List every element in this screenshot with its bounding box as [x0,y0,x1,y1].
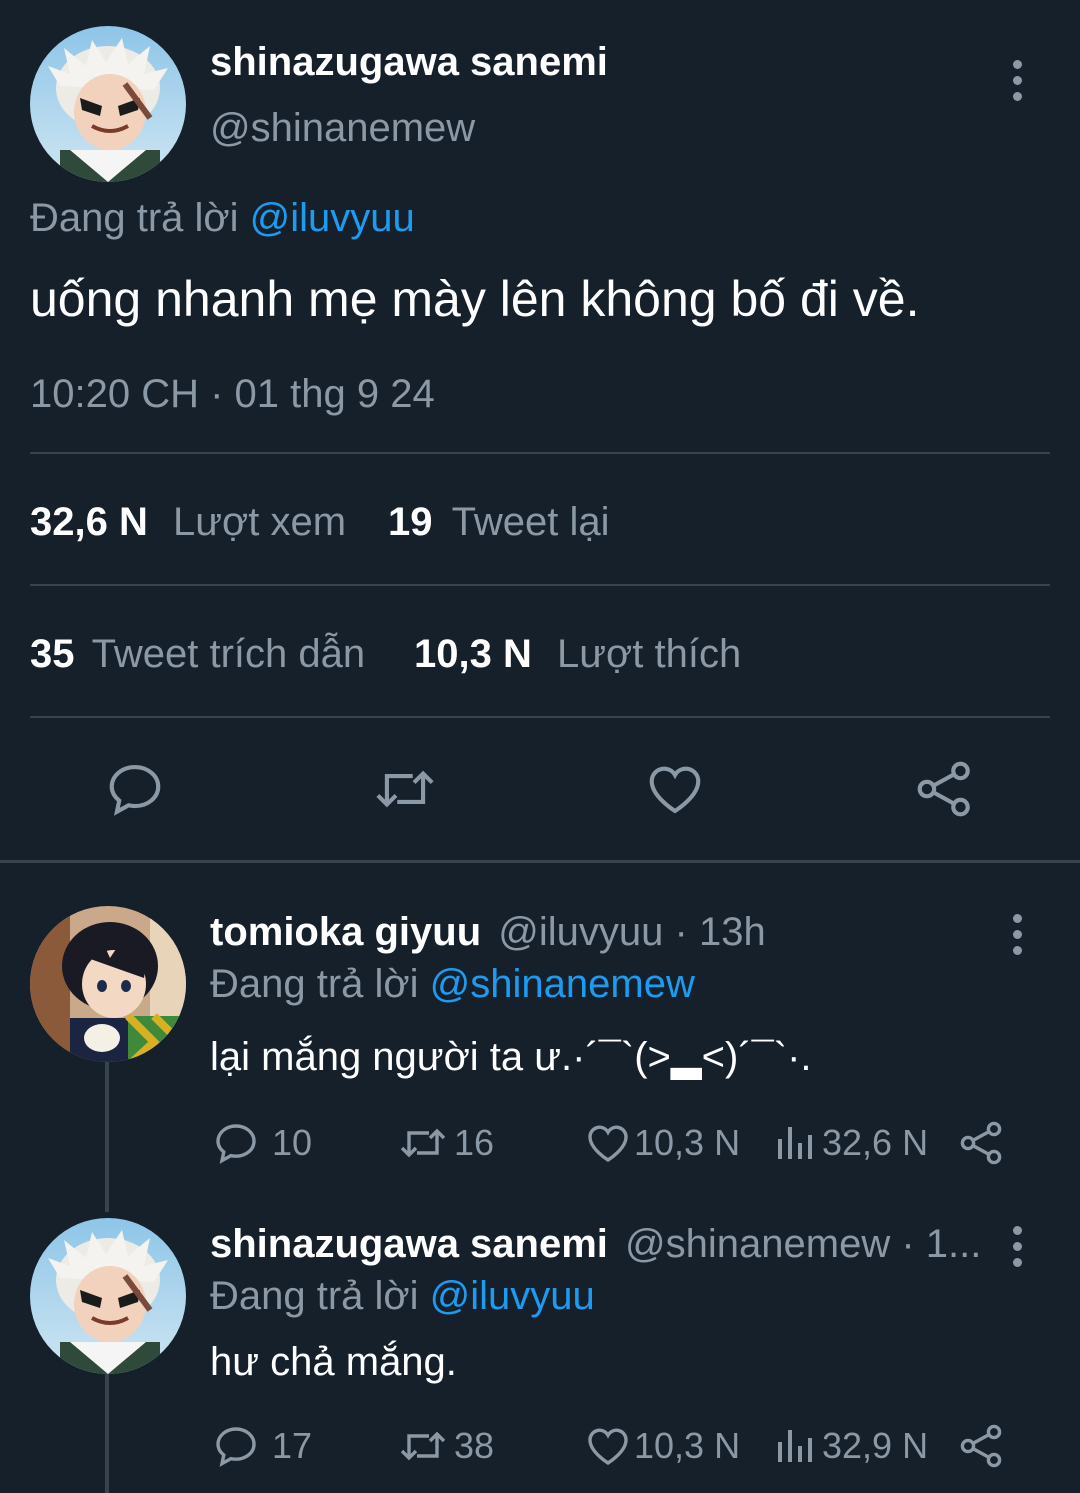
retweets-stat[interactable]: 19 Tweet lại [388,500,609,545]
retweet-icon [400,1431,446,1461]
replying-to-handle[interactable]: @iluvyuu [250,196,415,240]
views-count: 32,9 N [822,1425,929,1466]
more-options-icon[interactable] [1011,60,1023,101]
like-count: 10,3 N [634,1122,741,1163]
reply-count-button[interactable]: 17 [212,1422,312,1470]
retweet-count: 38 [454,1425,495,1466]
share-icon[interactable] [958,1119,1006,1167]
reply-text: lại mắng người ta ư.·´¯`(>▂<)´¯`·. [210,1035,812,1079]
retweet-icon [400,1128,446,1158]
avatar-sanemi[interactable] [30,26,186,182]
like-icon [588,1428,628,1465]
like-count-button[interactable]: 10,3 N [584,1119,740,1167]
reply-count: 17 [272,1425,313,1466]
section-divider [0,860,1080,863]
reply-header: tomioka giyuu @iluvyuu · 13h [210,910,766,955]
replying-prefix: Đang trả lời [210,1274,419,1318]
reply-icon [216,1124,256,1164]
reply-action-bar: 10 16 10,3 N 32,6 N [0,1118,1080,1168]
more-options-icon[interactable] [1011,914,1023,955]
retweet-count-button[interactable]: 16 [396,1119,494,1167]
divider [30,452,1050,454]
retweets-value: 19 [388,500,433,544]
author-handle[interactable]: @shinanemew [210,106,475,151]
views-count-button[interactable]: 32,9 N [774,1422,928,1470]
views-label: Lượt xem [172,500,347,544]
author-handle[interactable]: @shinanemew [625,1222,890,1266]
reply-header: shinazugawa sanemi @shinanemew · 1... [210,1222,981,1267]
quotes-label: Tweet trích dẫn [91,632,366,676]
reply-action-bar: 17 38 10,3 N 32,9 N [0,1421,1080,1471]
like-count-button[interactable]: 10,3 N [584,1422,740,1470]
avatar-giyuu[interactable] [30,906,186,1062]
divider [30,584,1050,586]
views-stat[interactable]: 32,6 N Lượt xem [30,500,346,545]
like-icon[interactable] [644,758,706,820]
like-count: 10,3 N [634,1425,741,1466]
more-options-icon[interactable] [1011,1226,1023,1267]
reply-icon [216,1427,256,1467]
tweet-text: uống nhanh mẹ mày lên không bố đi về. [30,271,920,327]
replying-to-handle[interactable]: @shinanemew [430,962,695,1006]
views-icon [778,1127,812,1159]
share-icon[interactable] [958,1422,1006,1470]
views-icon [778,1430,812,1462]
likes-label: Lượt thích [556,632,742,676]
author-display-name[interactable]: tomioka giyuu [210,910,481,954]
replying-prefix: Đang trả lời [210,962,419,1006]
reply-icon[interactable] [104,758,166,820]
reply-count: 10 [272,1122,313,1163]
tweet-timestamp[interactable]: 10:20 CH · 01 thg 9 24 [30,372,435,417]
views-count: 32,6 N [822,1122,929,1163]
like-icon [588,1125,628,1162]
reply-time[interactable]: · 1... [901,1222,981,1266]
reply-text: hư chả mắng. [210,1340,457,1384]
reply-time[interactable]: · 13h [675,910,766,954]
views-count-button[interactable]: 32,6 N [774,1119,928,1167]
replying-to-line: Đang trả lời @iluvyuu [30,196,415,241]
likes-value: 10,3 N [414,632,532,676]
replying-to-handle[interactable]: @iluvyuu [430,1274,595,1318]
replying-to-line: Đang trả lời @iluvyuu [210,1274,595,1319]
retweet-count-button[interactable]: 38 [396,1422,494,1470]
likes-stat[interactable]: 10,3 N Lượt thích [414,632,741,677]
author-handle[interactable]: @iluvyuu [498,910,663,954]
share-icon[interactable] [914,758,976,820]
reply-count-button[interactable]: 10 [212,1119,312,1167]
retweets-label: Tweet lại [451,500,610,544]
retweet-count: 16 [454,1122,495,1163]
retweet-icon[interactable] [370,758,440,820]
replying-prefix: Đang trả lời [30,196,239,240]
views-value: 32,6 N [30,500,148,544]
quotes-stat[interactable]: 35 Tweet trích dẫn [30,632,365,677]
author-display-name[interactable]: shinazugawa sanemi [210,40,608,85]
quotes-value: 35 [30,632,75,676]
divider [30,716,1050,718]
author-display-name[interactable]: shinazugawa sanemi [210,1222,608,1266]
avatar-sanemi[interactable] [30,1218,186,1374]
replying-to-line: Đang trả lời @shinanemew [210,962,695,1007]
